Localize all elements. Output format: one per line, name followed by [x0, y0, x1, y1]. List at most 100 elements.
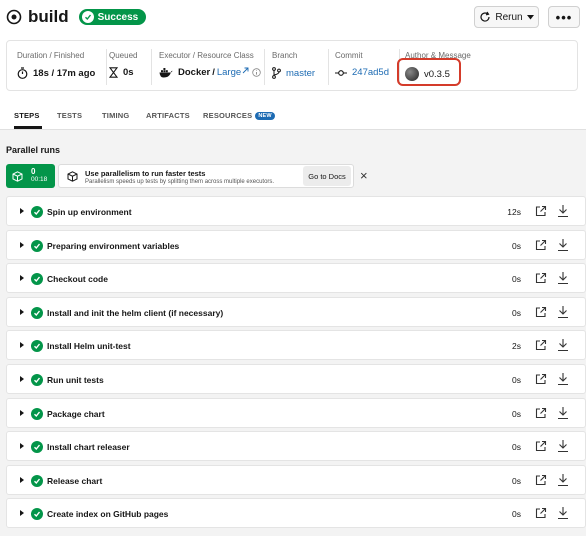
job-info-box: Duration / Finished 18s / 17m ago Queued… — [6, 40, 578, 91]
open-external-icon[interactable] — [535, 373, 547, 385]
caret-right-icon — [20, 443, 24, 450]
promo-description: Parallelism speeds up tests by splitting… — [85, 179, 275, 185]
parallel-runs-title: Parallel runs — [6, 145, 61, 155]
step-name: Release chart — [47, 475, 103, 486]
open-external-icon[interactable] — [535, 205, 547, 217]
chevron-down-icon — [526, 14, 534, 19]
step-row[interactable]: Install chart releaser 0s — [6, 431, 586, 462]
download-icon[interactable] — [557, 506, 569, 520]
step-name: Install chart releaser — [47, 442, 130, 453]
tab-resources[interactable]: RESOURCES NEW — [203, 111, 275, 120]
download-icon[interactable] — [557, 238, 569, 252]
rerun-label: Rerun — [495, 11, 523, 23]
queued-value: 0s — [109, 67, 134, 78]
tab-steps[interactable]: STEPS — [14, 111, 40, 120]
caret-right-icon — [20, 476, 24, 483]
step-row[interactable]: Spin up environment 12s — [6, 196, 586, 226]
download-icon[interactable] — [557, 473, 569, 487]
step-name: Spin up environment — [47, 207, 132, 217]
download-icon[interactable] — [557, 204, 569, 218]
step-row[interactable]: Create index on GitHub pages 0s — [6, 498, 586, 529]
rerun-button[interactable]: Rerun — [474, 6, 539, 28]
step-row[interactable]: Checkout code 0s — [6, 263, 586, 294]
commit-label: Commit — [335, 51, 363, 60]
open-external-icon[interactable] — [535, 407, 547, 419]
open-external-icon[interactable] — [535, 306, 547, 318]
step-duration: 0s — [512, 475, 521, 486]
download-icon[interactable] — [557, 271, 569, 285]
parallel-run-index: 0 — [31, 167, 36, 176]
queued-text: 0s — [123, 67, 134, 78]
external-link-icon — [242, 67, 249, 74]
step-duration: 0s — [512, 274, 521, 285]
step-row[interactable]: Install Helm unit-test 2s — [6, 330, 586, 361]
duration-text: 18s / 17m ago — [33, 67, 96, 79]
resource-class-link[interactable]: Large — [217, 67, 241, 78]
step-row[interactable]: Run unit tests 0s — [6, 364, 586, 394]
open-external-icon[interactable] — [535, 440, 547, 452]
duration-section: Duration / Finished 18s / 17m ago — [17, 41, 112, 92]
step-name: Checkout code — [47, 274, 108, 285]
commit-section: Commit 247ad5d — [335, 41, 399, 92]
highlight-annotation — [397, 58, 461, 86]
success-check-icon — [31, 441, 43, 454]
executor-value: Docker / Large — [159, 67, 261, 78]
parallel-run-time: 00:18 — [31, 176, 48, 183]
step-row[interactable]: Package chart 0s — [6, 397, 586, 428]
commit-link[interactable]: 247ad5d — [352, 67, 389, 78]
caret-right-icon — [20, 241, 24, 248]
success-check-icon — [31, 508, 43, 521]
open-external-icon[interactable] — [535, 272, 547, 284]
more-options-button[interactable]: ••• — [548, 6, 580, 28]
download-icon[interactable] — [557, 406, 569, 420]
success-check-icon — [31, 474, 43, 487]
divider — [106, 49, 107, 85]
success-check-icon — [81, 11, 94, 23]
step-row[interactable]: Install and init the helm client (if nec… — [6, 296, 586, 327]
download-icon[interactable] — [557, 338, 569, 352]
commit-icon — [335, 69, 347, 76]
step-duration: 0s — [512, 307, 521, 318]
success-check-icon — [31, 374, 43, 386]
open-external-icon[interactable] — [535, 474, 547, 486]
box-icon — [12, 170, 23, 182]
parallelism-promo: Use parallelism to run faster tests Para… — [58, 164, 354, 188]
new-badge: NEW — [255, 112, 275, 120]
step-name: Create index on GitHub pages — [47, 509, 169, 520]
step-row[interactable]: Release chart 0s — [6, 464, 586, 495]
step-duration: 0s — [512, 509, 521, 520]
executor-text: Docker — [178, 67, 211, 78]
success-check-icon — [31, 239, 43, 252]
branch-label: Branch — [272, 51, 298, 60]
status-badge: Success — [78, 9, 147, 25]
open-external-icon[interactable] — [535, 339, 547, 351]
tab-artifacts[interactable]: ARTIFACTS — [146, 111, 190, 120]
step-duration: 0s — [512, 375, 521, 385]
branch-link[interactable]: master — [286, 68, 315, 79]
tab-tests[interactable]: TESTS — [57, 111, 82, 120]
close-icon[interactable]: × — [360, 168, 368, 183]
executor-section: Executor / Resource Class Docker / Large — [159, 41, 264, 92]
open-external-icon[interactable] — [535, 507, 547, 519]
job-title: build — [28, 7, 69, 26]
info-icon[interactable] — [252, 68, 261, 77]
parallel-run-tile[interactable]: 0 00:18 — [6, 164, 55, 188]
branch-value: master — [272, 67, 315, 79]
step-row[interactable]: Preparing environment variables 0s — [6, 229, 586, 260]
docker-icon — [159, 67, 173, 77]
box-icon — [67, 171, 78, 182]
caret-right-icon — [20, 342, 24, 349]
caret-right-icon — [20, 510, 24, 517]
caret-right-icon — [20, 208, 24, 214]
download-icon[interactable] — [557, 439, 569, 453]
success-check-icon — [31, 206, 43, 218]
caret-right-icon — [20, 376, 24, 382]
download-icon[interactable] — [557, 372, 569, 386]
tab-timing[interactable]: TIMING — [102, 111, 129, 120]
executor-label: Executor / Resource Class — [159, 51, 254, 60]
go-to-docs-button[interactable]: Go to Docs — [303, 166, 351, 186]
caret-right-icon — [20, 275, 24, 282]
duration-value: 18s / 17m ago — [17, 67, 95, 79]
open-external-icon[interactable] — [535, 239, 547, 251]
download-icon[interactable] — [557, 305, 569, 319]
